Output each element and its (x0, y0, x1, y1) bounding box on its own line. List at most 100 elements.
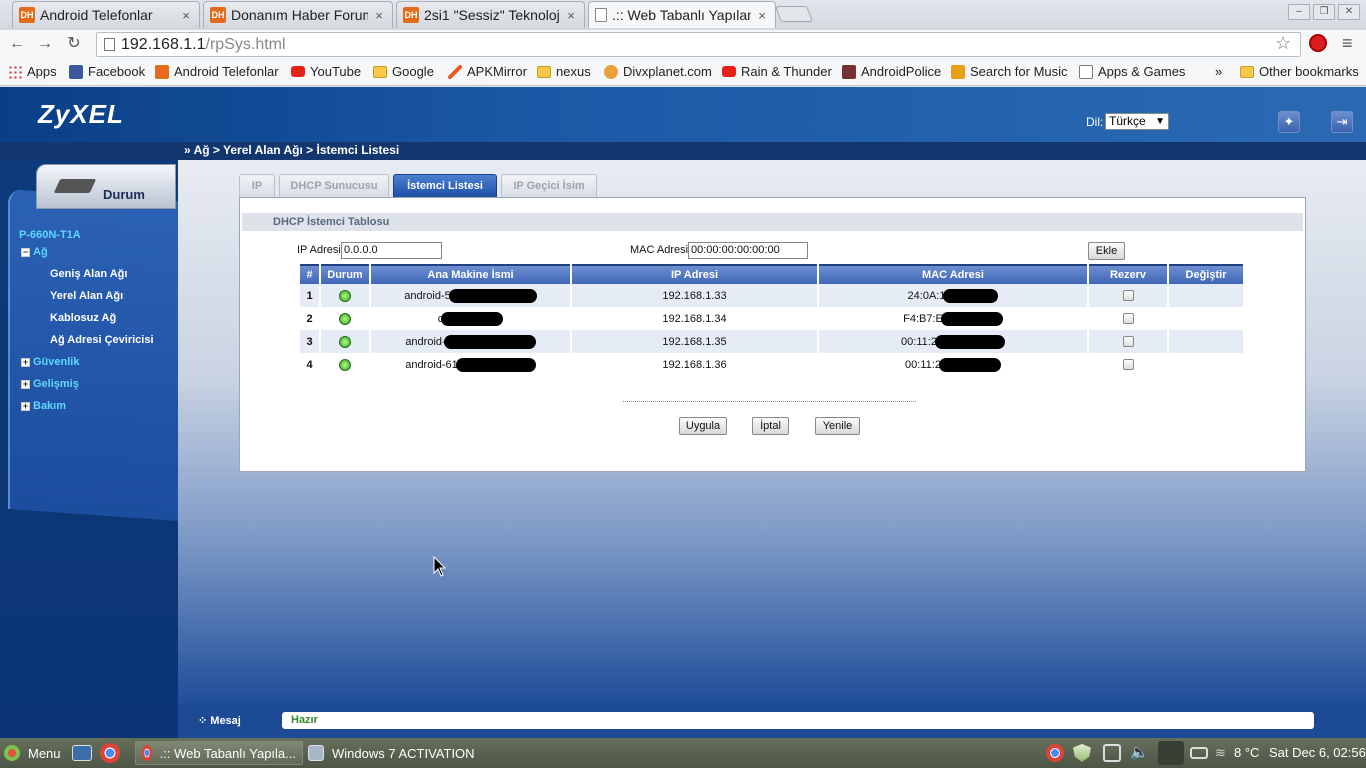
tab-close-icon[interactable]: × (755, 8, 769, 23)
clock[interactable]: Sat Dec 6, 02:56 (1269, 745, 1366, 760)
ip-address-input[interactable]: 0.0.0.0 (341, 242, 442, 259)
sidebar-item-advanced[interactable]: + Gelişmiş (21, 378, 79, 390)
mac-address-input[interactable]: 00:00:00:00:00:00 (688, 242, 808, 259)
sidebar-item-wireless[interactable]: Kablosuz Ağ (50, 312, 116, 324)
tab-close-icon[interactable]: × (564, 8, 578, 23)
battery-icon[interactable] (1190, 747, 1208, 759)
close-window-button[interactable]: ✕ (1338, 4, 1360, 20)
bookmark-facebook[interactable]: Facebook (69, 64, 145, 79)
taskbar-window-chrome[interactable]: .:: Web Tabanlı Yapıla... (135, 741, 303, 765)
collapse-icon[interactable]: − (21, 247, 30, 257)
hostname: android- (405, 335, 446, 348)
sidebar-item-security[interactable]: + Güvenlik (21, 356, 79, 368)
bookmark-label: Facebook (88, 64, 146, 79)
start-menu-button[interactable]: Menu (4, 741, 61, 765)
bookmark-star-icon[interactable]: ☆ (1275, 33, 1291, 54)
cancel-button[interactable]: İptal (752, 417, 789, 435)
reserve-checkbox[interactable] (1122, 359, 1134, 371)
add-button[interactable]: Ekle (1088, 242, 1125, 260)
sidebar-item-wan[interactable]: Geniş Alan Ağı (50, 268, 127, 280)
tab-close-icon[interactable]: × (372, 8, 386, 23)
zyxel-logo: ZyXEL (38, 99, 124, 129)
message-toggle[interactable]: ⁘ Mesaj (198, 714, 241, 727)
reserve-checkbox[interactable] (1122, 313, 1134, 325)
expand-icon[interactable]: + (21, 401, 30, 411)
language-label: Dil: (1086, 115, 1104, 129)
volume-icon[interactable]: 🔈 (1130, 744, 1149, 762)
tab-client-list[interactable]: İstemci Listesi (393, 174, 497, 197)
bookmark-androidpolice[interactable]: AndroidPolice (842, 64, 941, 79)
bookmark-label: Apps (27, 64, 57, 79)
reload-button[interactable]: ↻ (63, 33, 85, 55)
minimize-button[interactable]: – (1288, 4, 1310, 20)
browser-tab-web-config[interactable]: .:: Web Tabanlı Yapılandı × (588, 1, 776, 28)
taskbar-window-folder[interactable]: Windows 7 ACTIVATION (308, 741, 475, 765)
sidebar-item-lan[interactable]: Yerel Alan Ağı (50, 290, 123, 302)
row-number: 4 (300, 353, 319, 376)
language-value: Türkçe (1109, 114, 1146, 128)
expand-icon[interactable]: + (21, 379, 30, 389)
bookmark-apps-games[interactable]: Apps & Games (1079, 64, 1185, 79)
clipboard-icon[interactable] (1103, 744, 1121, 762)
back-button[interactable]: ← (6, 33, 28, 55)
tab-close-icon[interactable]: × (179, 8, 193, 23)
bookmarks-overflow-button[interactable]: » (1215, 64, 1222, 79)
apply-button[interactable]: Uygula (679, 417, 727, 435)
table-row: 4 android-61 192.168.1.36 00:11:2 (300, 353, 1243, 376)
bookmark-divxplanet[interactable]: Divxplanet.com (604, 64, 712, 79)
androidpolice-icon (842, 64, 856, 79)
apps-icon (8, 64, 22, 79)
dhcp-client-table: # Durum Ana Makine İsmi IP Adresi MAC Ad… (298, 264, 1245, 376)
sidebar-item-nat[interactable]: Ağ Adresi Çeviricisi (50, 334, 154, 346)
new-tab-button[interactable] (775, 6, 813, 22)
bookmark-rain-thunder[interactable]: Rain & Thunder (722, 64, 832, 79)
forward-button[interactable]: → (34, 33, 56, 55)
tab-ip-alias[interactable]: IP Geçici İsim (501, 174, 597, 197)
tab-dhcp-server[interactable]: DHCP Sunucusu (279, 174, 389, 197)
sidebar-item-maintenance[interactable]: + Bakım (21, 400, 66, 412)
logout-icon[interactable]: ⇥ (1331, 111, 1353, 133)
other-bookmarks[interactable]: Other bookmarks (1240, 64, 1359, 79)
bookmark-apkmirror[interactable]: APKMirror (448, 64, 527, 79)
redaction-mark (441, 311, 504, 326)
browser-tab-donanim-haber[interactable]: DH Donanım Haber Forum × (203, 1, 393, 28)
shield-icon[interactable] (1073, 744, 1091, 762)
redaction-mark (448, 288, 537, 303)
tab-ip[interactable]: IP (239, 174, 275, 197)
bookmark-nexus[interactable]: nexus (537, 64, 591, 79)
status-tab[interactable]: Durum (36, 164, 176, 209)
language-select[interactable]: Türkçe ▼ (1105, 113, 1169, 130)
chrome-tray-icon[interactable] (1046, 744, 1064, 762)
network-signal-icon[interactable] (1158, 741, 1184, 765)
bookmarks-bar: Apps Facebook Android Telefonlar YouTube… (0, 59, 1366, 86)
ip-cell: 192.168.1.36 (572, 353, 817, 376)
chrome-menu-icon[interactable]: ≡ (1342, 33, 1353, 54)
expand-icon[interactable]: + (21, 357, 30, 367)
maximize-button[interactable]: ❐ (1313, 4, 1335, 20)
redaction-mark (934, 334, 1005, 349)
bookmark-label: AndroidPolice (861, 64, 942, 79)
status-cell (321, 284, 369, 307)
music-icon (951, 64, 965, 79)
sidebar-item-network[interactable]: − Ağ (21, 246, 48, 258)
reserve-checkbox[interactable] (1122, 290, 1134, 302)
reserve-checkbox[interactable] (1122, 336, 1134, 348)
refresh-button[interactable]: Yenile (815, 417, 860, 435)
col-status: Durum (321, 264, 369, 284)
wizard-icon[interactable]: ✦ (1278, 111, 1300, 133)
address-bar[interactable]: 192.168.1.1/rpSys.html (96, 32, 1301, 57)
adblock-extension-icon[interactable] (1309, 34, 1327, 52)
browser-tab-android-telefonlar[interactable]: DH Android Telefonlar × (12, 1, 200, 28)
browser-tab-sessiz-teknoloji[interactable]: DH 2si1 "Sessiz" Teknoloji ve × (396, 1, 585, 28)
col-number: # (300, 264, 319, 284)
hostname-cell: android-61 (371, 353, 570, 376)
mac-address: 00:11:2 (905, 358, 941, 371)
col-modify: Değiştir (1169, 264, 1243, 284)
bookmark-android-telefonlar[interactable]: Android Telefonlar (155, 64, 279, 79)
chrome-launcher[interactable] (100, 741, 128, 765)
bookmark-youtube[interactable]: YouTube (291, 64, 361, 79)
show-desktop-launcher[interactable] (72, 741, 100, 765)
bookmark-search-music[interactable]: Search for Music (951, 64, 1068, 79)
bookmark-apps[interactable]: Apps (8, 64, 57, 79)
bookmark-google[interactable]: Google (373, 64, 434, 79)
